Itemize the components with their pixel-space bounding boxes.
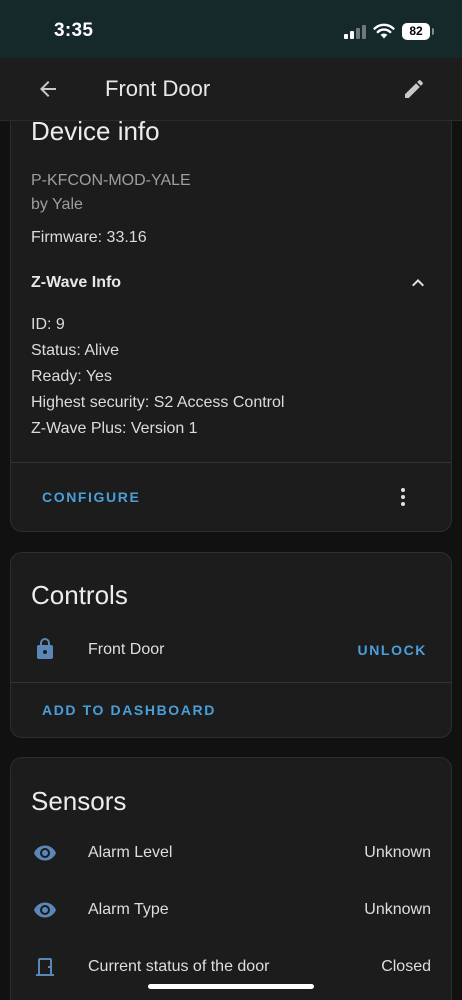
device-model: P-KFCON-MOD-YALE (31, 172, 191, 189)
chevron-up-icon[interactable] (406, 271, 430, 295)
device-manufacturer: by Yale (31, 196, 83, 213)
device-info-card: Device info P-KFCON-MOD-YALE by Yale Fir… (10, 121, 452, 532)
sensor-row-door-status[interactable]: Current status of the door Closed (11, 948, 451, 988)
control-row-front-door[interactable]: Front Door UNLOCK (11, 629, 451, 673)
zwave-security: Highest security: S2 Access Control (31, 394, 285, 411)
zwave-status: Status: Alive (31, 342, 120, 359)
sensor-row-alarm-level[interactable]: Alarm Level Unknown (11, 834, 451, 874)
pencil-icon[interactable] (402, 77, 426, 101)
controls-card: Controls Front Door UNLOCK ADD TO DASHBO… (10, 552, 452, 738)
zwave-info-title: Z-Wave Info (31, 274, 122, 291)
app-bar: Front Door (0, 58, 462, 121)
device-info-heading: Device info (31, 121, 160, 146)
zwave-id: ID: 9 (31, 316, 65, 333)
zwave-ready: Ready: Yes (31, 368, 112, 385)
status-bar: 3:35 82 (0, 0, 462, 58)
sensor-name: Alarm Type (88, 901, 169, 918)
sensors-card: Sensors Alarm Level Unknown Alarm Type U… (10, 757, 452, 1000)
arrow-left-icon[interactable] (36, 77, 60, 101)
sensors-heading: Sensors (31, 786, 127, 816)
status-time: 3:35 (54, 20, 94, 41)
dots-vertical-icon[interactable] (391, 485, 415, 509)
door-closed-icon (36, 958, 54, 976)
eye-icon (34, 902, 56, 918)
device-firmware: Firmware: 33.16 (31, 229, 147, 246)
divider (11, 682, 451, 683)
divider (11, 462, 451, 463)
signal-icon (344, 23, 366, 39)
battery-icon: 82 (402, 22, 434, 40)
home-indicator[interactable] (148, 984, 314, 989)
control-name: Front Door (88, 641, 165, 658)
sensor-value: Unknown (364, 844, 431, 861)
unlock-button[interactable]: UNLOCK (358, 642, 427, 658)
sensor-row-alarm-type[interactable]: Alarm Type Unknown (11, 891, 451, 931)
wifi-icon (373, 23, 395, 39)
add-to-dashboard-button[interactable]: ADD TO DASHBOARD (42, 702, 216, 718)
controls-heading: Controls (31, 580, 128, 610)
sensor-name: Current status of the door (88, 958, 270, 975)
sensor-value: Closed (381, 958, 431, 975)
eye-icon (34, 845, 56, 861)
configure-button[interactable]: CONFIGURE (42, 489, 140, 505)
sensor-name: Alarm Level (88, 844, 173, 861)
status-icons: 82 (344, 20, 434, 42)
page-title: Front Door (105, 76, 211, 101)
zwave-plus: Z-Wave Plus: Version 1 (31, 420, 198, 437)
lock-icon (37, 638, 53, 659)
sensor-value: Unknown (364, 901, 431, 918)
zwave-info-header[interactable]: Z-Wave Info (11, 261, 451, 305)
